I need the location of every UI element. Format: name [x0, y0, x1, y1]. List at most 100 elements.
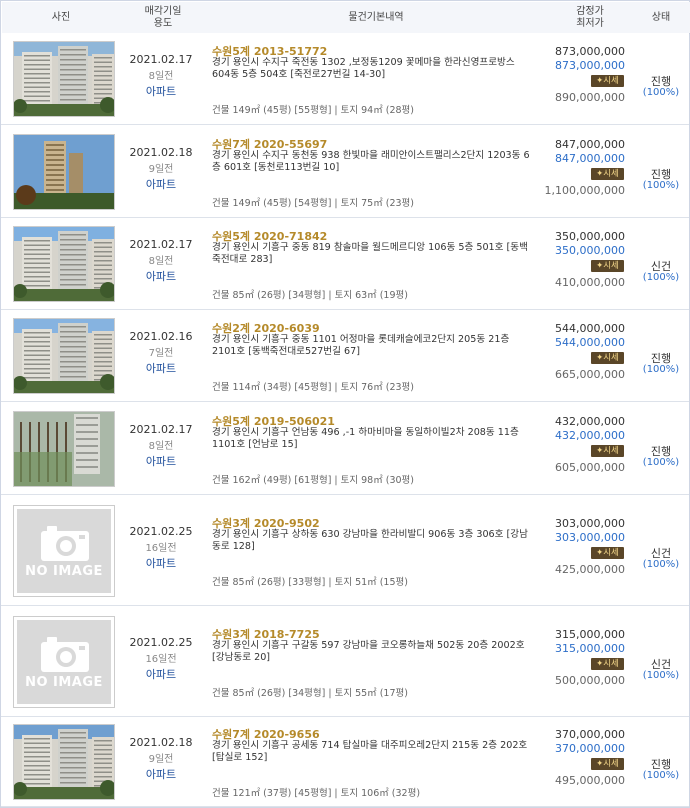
minimum-price-ratio: (100%): [642, 364, 680, 375]
market-price-label: 시세: [603, 445, 619, 456]
days-remaining: 16일전: [145, 653, 177, 665]
auction-date: 2021.02.18: [129, 145, 193, 159]
auction-date: 2021.02.16: [129, 330, 193, 343]
property-use-link[interactable]: 아파트: [119, 176, 203, 192]
table-row[interactable]: 2021.02.18 9일전 아파트 수원7계 2020-9656 경기 용인시 기흥구…: [1, 717, 689, 807]
property-address: 경기 용인시 기흥구 중동 819 참솔마을 월드메르디앙 106동 5층 50…: [212, 242, 528, 265]
days-remaining: 9일전: [148, 754, 174, 765]
table-row[interactable]: NO IMAGE 2021.02.25 16일전 아파트 수원3계 2018-7725 경…: [1, 606, 689, 717]
no-image-placeholder[interactable]: NO IMAGE: [13, 504, 115, 597]
market-price: 665,000,000: [555, 368, 625, 381]
minimum-price: 544,000,000: [555, 336, 625, 349]
minimum-price-ratio: (100%): [642, 669, 680, 681]
minimum-price: 873,000,000: [555, 59, 625, 72]
property-use-link[interactable]: 아파트: [119, 360, 203, 376]
table-row[interactable]: 2021.02.17 8일전 아파트 수원5계 2013-51772 경기 용인시 수지…: [1, 33, 689, 125]
property-address: 경기 용인시 기흥구 공세동 714 탑실마을 대주피오레2단지 215동 2층…: [212, 740, 528, 763]
appraisal-price: 370,000,000: [555, 728, 625, 741]
market-price-badge[interactable]: ✦시세: [591, 758, 624, 770]
market-price-badge[interactable]: ✦시세: [591, 167, 624, 180]
table-row[interactable]: 2021.02.17 8일전 아파트 수원5계 2020-71842 경기 용인시 기흥…: [1, 218, 689, 310]
no-image-label: NO IMAGE: [25, 674, 103, 690]
property-photo[interactable]: [13, 41, 115, 117]
appraisal-price: 847,000,000: [555, 137, 625, 151]
market-price-badge[interactable]: ✦시세: [591, 260, 624, 272]
days-remaining: 16일전: [145, 542, 177, 554]
property-photo[interactable]: [13, 410, 115, 487]
property-use-link[interactable]: 아파트: [119, 268, 203, 284]
market-price-label: 시세: [603, 759, 619, 769]
minimum-price: 432,000,000: [555, 428, 625, 442]
header-description: 물건기본내역: [348, 12, 404, 23]
no-image-label: NO IMAGE: [25, 563, 103, 579]
property-area: 건물 149㎡ (45평) [54평형] | 토지 75㎡ (23평): [212, 197, 414, 209]
property-area: 건물 85㎡ (26평) [34평형] | 토지 55㎡ (17평): [212, 687, 408, 699]
market-price-badge[interactable]: ✦시세: [591, 657, 624, 670]
minimum-price-ratio: (100%): [642, 456, 680, 468]
minimum-price-ratio: (100%): [642, 770, 680, 781]
minimum-price: 315,000,000: [555, 641, 625, 655]
property-area: 건물 121㎡ (37평) [45평형] | 토지 106㎡ (32평): [212, 788, 421, 799]
appraisal-price: 544,000,000: [555, 322, 625, 335]
days-remaining: 7일전: [148, 348, 174, 359]
property-area: 건물 114㎡ (34평) [45평형] | 토지 76㎡ (23평): [212, 382, 414, 393]
appraisal-price: 873,000,000: [555, 45, 625, 58]
days-remaining: 8일전: [148, 71, 174, 82]
appraisal-price: 303,000,000: [555, 516, 625, 530]
days-remaining: 8일전: [148, 440, 174, 452]
property-use-link[interactable]: 아파트: [119, 83, 203, 99]
auction-date: 2021.02.17: [129, 422, 193, 436]
auction-date: 2021.02.25: [129, 635, 193, 649]
property-address: 경기 용인시 수지구 죽전동 1302 ,보정동1209 꽃메마을 한라신영프로…: [212, 57, 515, 80]
market-price: 495,000,000: [555, 774, 625, 787]
market-price-badge[interactable]: ✦시세: [591, 75, 624, 87]
minimum-price: 370,000,000: [555, 742, 625, 755]
property-photo[interactable]: [13, 724, 115, 800]
table-row[interactable]: 2021.02.16 7일전 아파트 수원2계 2020-6039 경기 용인시 기흥구…: [1, 310, 689, 402]
no-image-placeholder[interactable]: NO IMAGE: [13, 615, 115, 708]
auction-date: 2021.02.18: [129, 736, 193, 749]
property-address: 경기 용인시 수지구 동천동 938 한빛마을 래미안이스트팰리스2단지 120…: [212, 149, 530, 173]
property-address: 경기 용인시 기흥구 중동 1101 어정마을 롯데캐슬에코2단지 205동 2…: [212, 334, 510, 357]
market-price-label: 시세: [603, 547, 619, 558]
property-photo[interactable]: [13, 318, 115, 394]
market-price-badge[interactable]: ✦시세: [591, 352, 624, 364]
market-price-label: 시세: [603, 261, 619, 271]
minimum-price: 350,000,000: [555, 244, 625, 257]
property-use-link[interactable]: 아파트: [119, 666, 203, 682]
auction-date: 2021.02.17: [129, 53, 193, 66]
market-price: 500,000,000: [555, 673, 625, 687]
property-use-link[interactable]: 아파트: [119, 766, 203, 782]
property-photo[interactable]: [13, 226, 115, 302]
property-area: 건물 85㎡ (26평) [34평형] | 토지 63㎡ (19평): [212, 290, 408, 301]
market-price-badge[interactable]: ✦시세: [591, 546, 624, 559]
market-price-label: 시세: [603, 168, 619, 179]
no-image-bg: NO IMAGE: [17, 619, 111, 704]
header-photo: 사진: [51, 12, 71, 23]
property-address: 경기 용인시 기흥구 상하동 630 강남마을 한라비발디 906동 3층 30…: [212, 528, 528, 552]
property-photo[interactable]: [13, 133, 115, 210]
property-address: 경기 용인시 기흥구 언남동 496 ,-1 하마비마을 동일하이빌2차 208…: [212, 426, 519, 450]
appraisal-price: 350,000,000: [555, 230, 625, 243]
header-date-use: 매각기일 용도: [144, 6, 182, 29]
header-status: 상태: [651, 12, 671, 23]
table-header: 사진 매각기일 용도 물건기본내역 감정가 최저가 상태: [2, 2, 690, 34]
days-remaining: 9일전: [148, 163, 174, 175]
market-price: 410,000,000: [555, 276, 625, 289]
market-price-label: 시세: [603, 658, 619, 669]
table-row[interactable]: NO IMAGE 2021.02.25 16일전 아파트 수원3계 2020-9502 경…: [1, 495, 689, 606]
property-address: 경기 용인시 기흥구 구갈동 597 강남마을 코오롱하늘채 502동 20층 …: [212, 639, 525, 663]
table-row[interactable]: 2021.02.17 8일전 아파트 수원5계 2019-506021 경기 용인시 기…: [1, 402, 689, 495]
days-remaining: 8일전: [148, 256, 174, 267]
minimum-price-ratio: (100%): [642, 179, 680, 191]
minimum-price-ratio: (100%): [642, 272, 680, 283]
table-row[interactable]: 2021.02.18 9일전 아파트 수원7계 2020-55697 경기 용인시 수지…: [1, 125, 689, 218]
property-use-link[interactable]: 아파트: [119, 555, 203, 571]
header-price: 감정가 최저가: [576, 6, 604, 29]
market-price: 425,000,000: [555, 562, 625, 576]
market-price-badge[interactable]: ✦시세: [591, 444, 624, 457]
property-use-link[interactable]: 아파트: [119, 453, 203, 469]
property-area: 건물 162㎡ (49평) [61평형] | 토지 98㎡ (30평): [212, 474, 414, 486]
property-area: 건물 149㎡ (45평) [55평형] | 토지 94㎡ (28평): [212, 105, 414, 116]
appraisal-price: 432,000,000: [555, 414, 625, 428]
